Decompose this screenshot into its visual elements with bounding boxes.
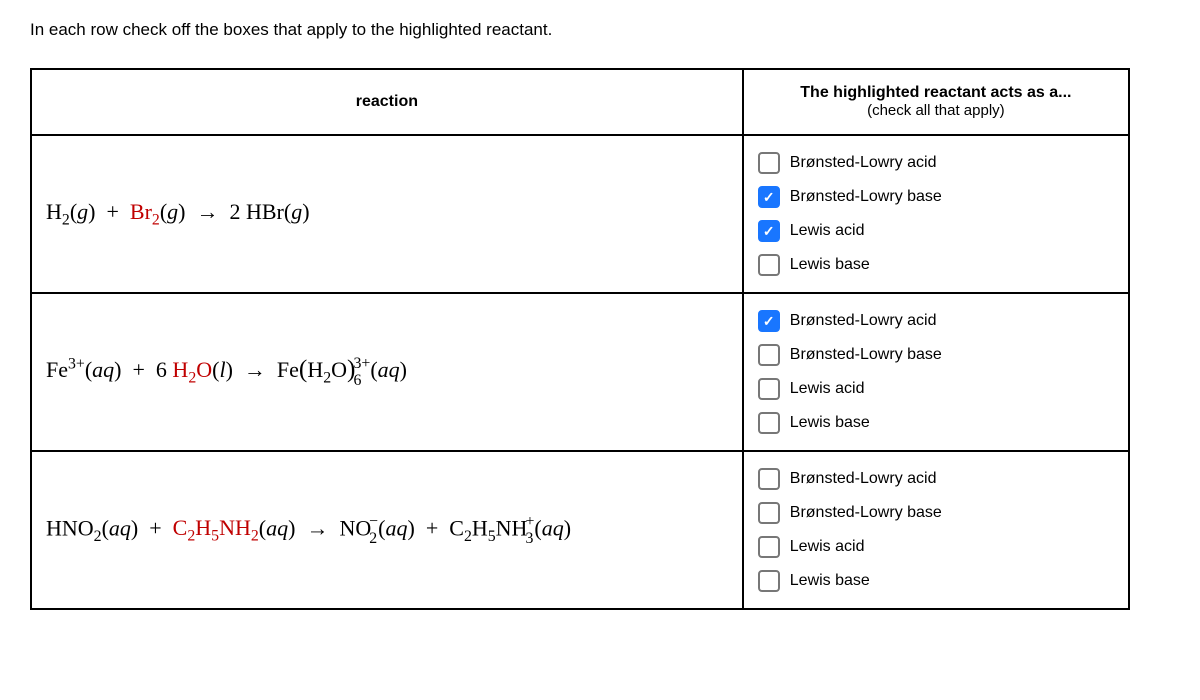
table-row: HNO2(aq) + C2H5NH2(aq) → NO−2(aq) + C2H5… <box>31 451 1129 609</box>
checkbox-l-acid[interactable]: ✓ <box>758 220 780 242</box>
checkbox-bl-acid[interactable] <box>758 468 780 490</box>
option-label: Lewis base <box>790 256 870 274</box>
checkbox-bl-base[interactable] <box>758 502 780 524</box>
reaction-table: reaction The highlighted reactant acts a… <box>30 68 1130 610</box>
checkbox-l-base[interactable] <box>758 570 780 592</box>
checkbox-l-acid[interactable] <box>758 378 780 400</box>
option-label: Brønsted-Lowry acid <box>790 312 937 330</box>
checkbox-bl-acid[interactable] <box>758 152 780 174</box>
checkbox-l-acid[interactable] <box>758 536 780 558</box>
checkbox-bl-base[interactable] <box>758 344 780 366</box>
option-label: Lewis acid <box>790 222 865 240</box>
option-label: Brønsted-Lowry acid <box>790 154 937 172</box>
option-label: Lewis base <box>790 414 870 432</box>
option-label: Brønsted-Lowry acid <box>790 470 937 488</box>
header-reaction: reaction <box>31 69 743 135</box>
option-label: Lewis acid <box>790 380 865 398</box>
option-label: Brønsted-Lowry base <box>790 346 942 364</box>
instruction-text: In each row check off the boxes that app… <box>30 20 1170 40</box>
checkbox-l-base[interactable] <box>758 412 780 434</box>
checkbox-l-base[interactable] <box>758 254 780 276</box>
reaction-3: HNO2(aq) + C2H5NH2(aq) → NO−2(aq) + C2H5… <box>31 451 743 609</box>
checks-1: Brønsted-Lowry acid ✓ Brønsted-Lowry base… <box>743 135 1129 293</box>
checkbox-bl-acid[interactable]: ✓ <box>758 310 780 332</box>
option-label: Lewis acid <box>790 538 865 556</box>
table-row: H2(g) + Br2(g) → 2 HBr(g) Brønsted-Lowry… <box>31 135 1129 293</box>
checks-3: Brønsted-Lowry acid Brønsted-Lowry base … <box>743 451 1129 609</box>
table-row: Fe3+(aq) + 6 H2O(l) → Fe(H2O)3+6(aq) ✓ Br… <box>31 293 1129 451</box>
option-label: Brønsted-Lowry base <box>790 504 942 522</box>
reaction-2: Fe3+(aq) + 6 H2O(l) → Fe(H2O)3+6(aq) <box>31 293 743 451</box>
option-label: Brønsted-Lowry base <box>790 188 942 206</box>
header-acts-as: The highlighted reactant acts as a... (c… <box>743 69 1129 135</box>
reaction-1: H2(g) + Br2(g) → 2 HBr(g) <box>31 135 743 293</box>
checkbox-bl-base[interactable]: ✓ <box>758 186 780 208</box>
checks-2: ✓ Brønsted-Lowry acid Brønsted-Lowry base… <box>743 293 1129 451</box>
option-label: Lewis base <box>790 572 870 590</box>
